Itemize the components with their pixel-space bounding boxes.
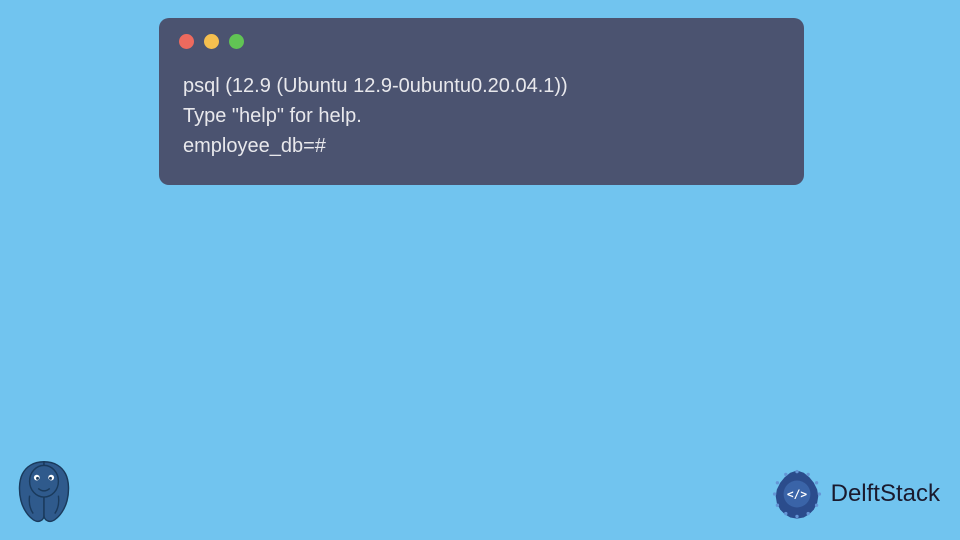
maximize-icon[interactable] [229, 34, 244, 49]
delftstack-badge-icon: </> [769, 466, 825, 522]
terminal-window: psql (12.9 (Ubuntu 12.9-0ubuntu0.20.04.1… [159, 18, 804, 185]
terminal-line: Type "help" for help. [183, 101, 780, 131]
postgresql-logo-icon [8, 456, 80, 528]
minimize-icon[interactable] [204, 34, 219, 49]
svg-text:</>: </> [787, 488, 807, 501]
terminal-prompt: employee_db=# [183, 131, 780, 161]
terminal-body[interactable]: psql (12.9 (Ubuntu 12.9-0ubuntu0.20.04.1… [159, 59, 804, 185]
delftstack-label: DelftStack [831, 480, 940, 508]
window-chrome [159, 18, 804, 59]
delftstack-branding: </> DelftStack [769, 466, 940, 522]
terminal-line: psql (12.9 (Ubuntu 12.9-0ubuntu0.20.04.1… [183, 71, 780, 101]
close-icon[interactable] [179, 34, 194, 49]
